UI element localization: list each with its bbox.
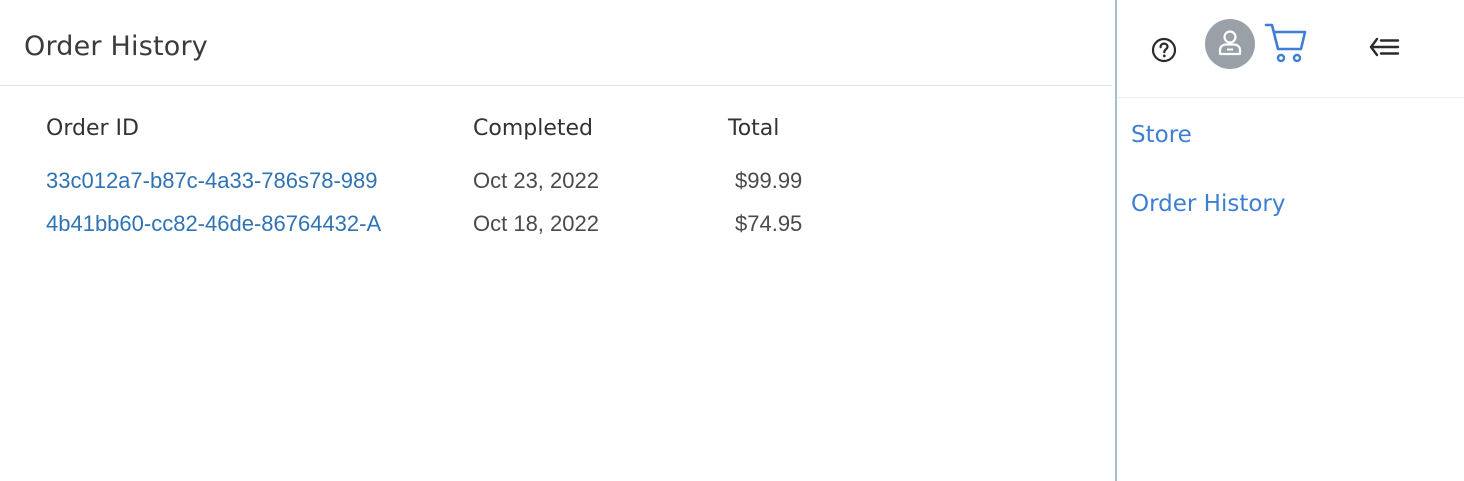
column-header-completed: Completed bbox=[473, 116, 593, 141]
order-completed-date: Oct 18, 2022 bbox=[473, 211, 599, 236]
collapse-menu-icon[interactable] bbox=[1369, 37, 1401, 62]
order-completed-date: Oct 23, 2022 bbox=[473, 168, 599, 193]
table-row: 33c012a7-b87c-4a33-786s78-989 Oct 23, 20… bbox=[46, 168, 846, 198]
column-header-order-id: Order ID bbox=[46, 116, 139, 141]
user-avatar-icon[interactable] bbox=[1204, 18, 1256, 75]
main-content: Order History Order ID Completed Total 3… bbox=[0, 0, 1112, 481]
table-row: 4b41bb60-cc82-46de-86764432-A Oct 18, 20… bbox=[46, 211, 846, 241]
order-id-link[interactable]: 33c012a7-b87c-4a33-786s78-989 bbox=[46, 168, 377, 194]
order-total: $74.95 bbox=[735, 211, 803, 236]
app-window: Order History Order ID Completed Total 3… bbox=[0, 0, 1464, 481]
page-header: Order History bbox=[0, 0, 1112, 86]
nav-link-order-history[interactable]: Order History bbox=[1131, 191, 1286, 217]
help-icon[interactable] bbox=[1151, 37, 1177, 68]
nav-link-store[interactable]: Store bbox=[1131, 122, 1192, 148]
side-panel: Store Order History bbox=[1115, 0, 1464, 481]
order-total: $99.99 bbox=[735, 168, 803, 193]
column-header-total: Total bbox=[728, 116, 780, 141]
page-title: Order History bbox=[24, 31, 208, 62]
order-id-link[interactable]: 4b41bb60-cc82-46de-86764432-A bbox=[46, 211, 381, 237]
panel-toolbar bbox=[1117, 0, 1464, 98]
cart-icon[interactable] bbox=[1263, 20, 1309, 71]
